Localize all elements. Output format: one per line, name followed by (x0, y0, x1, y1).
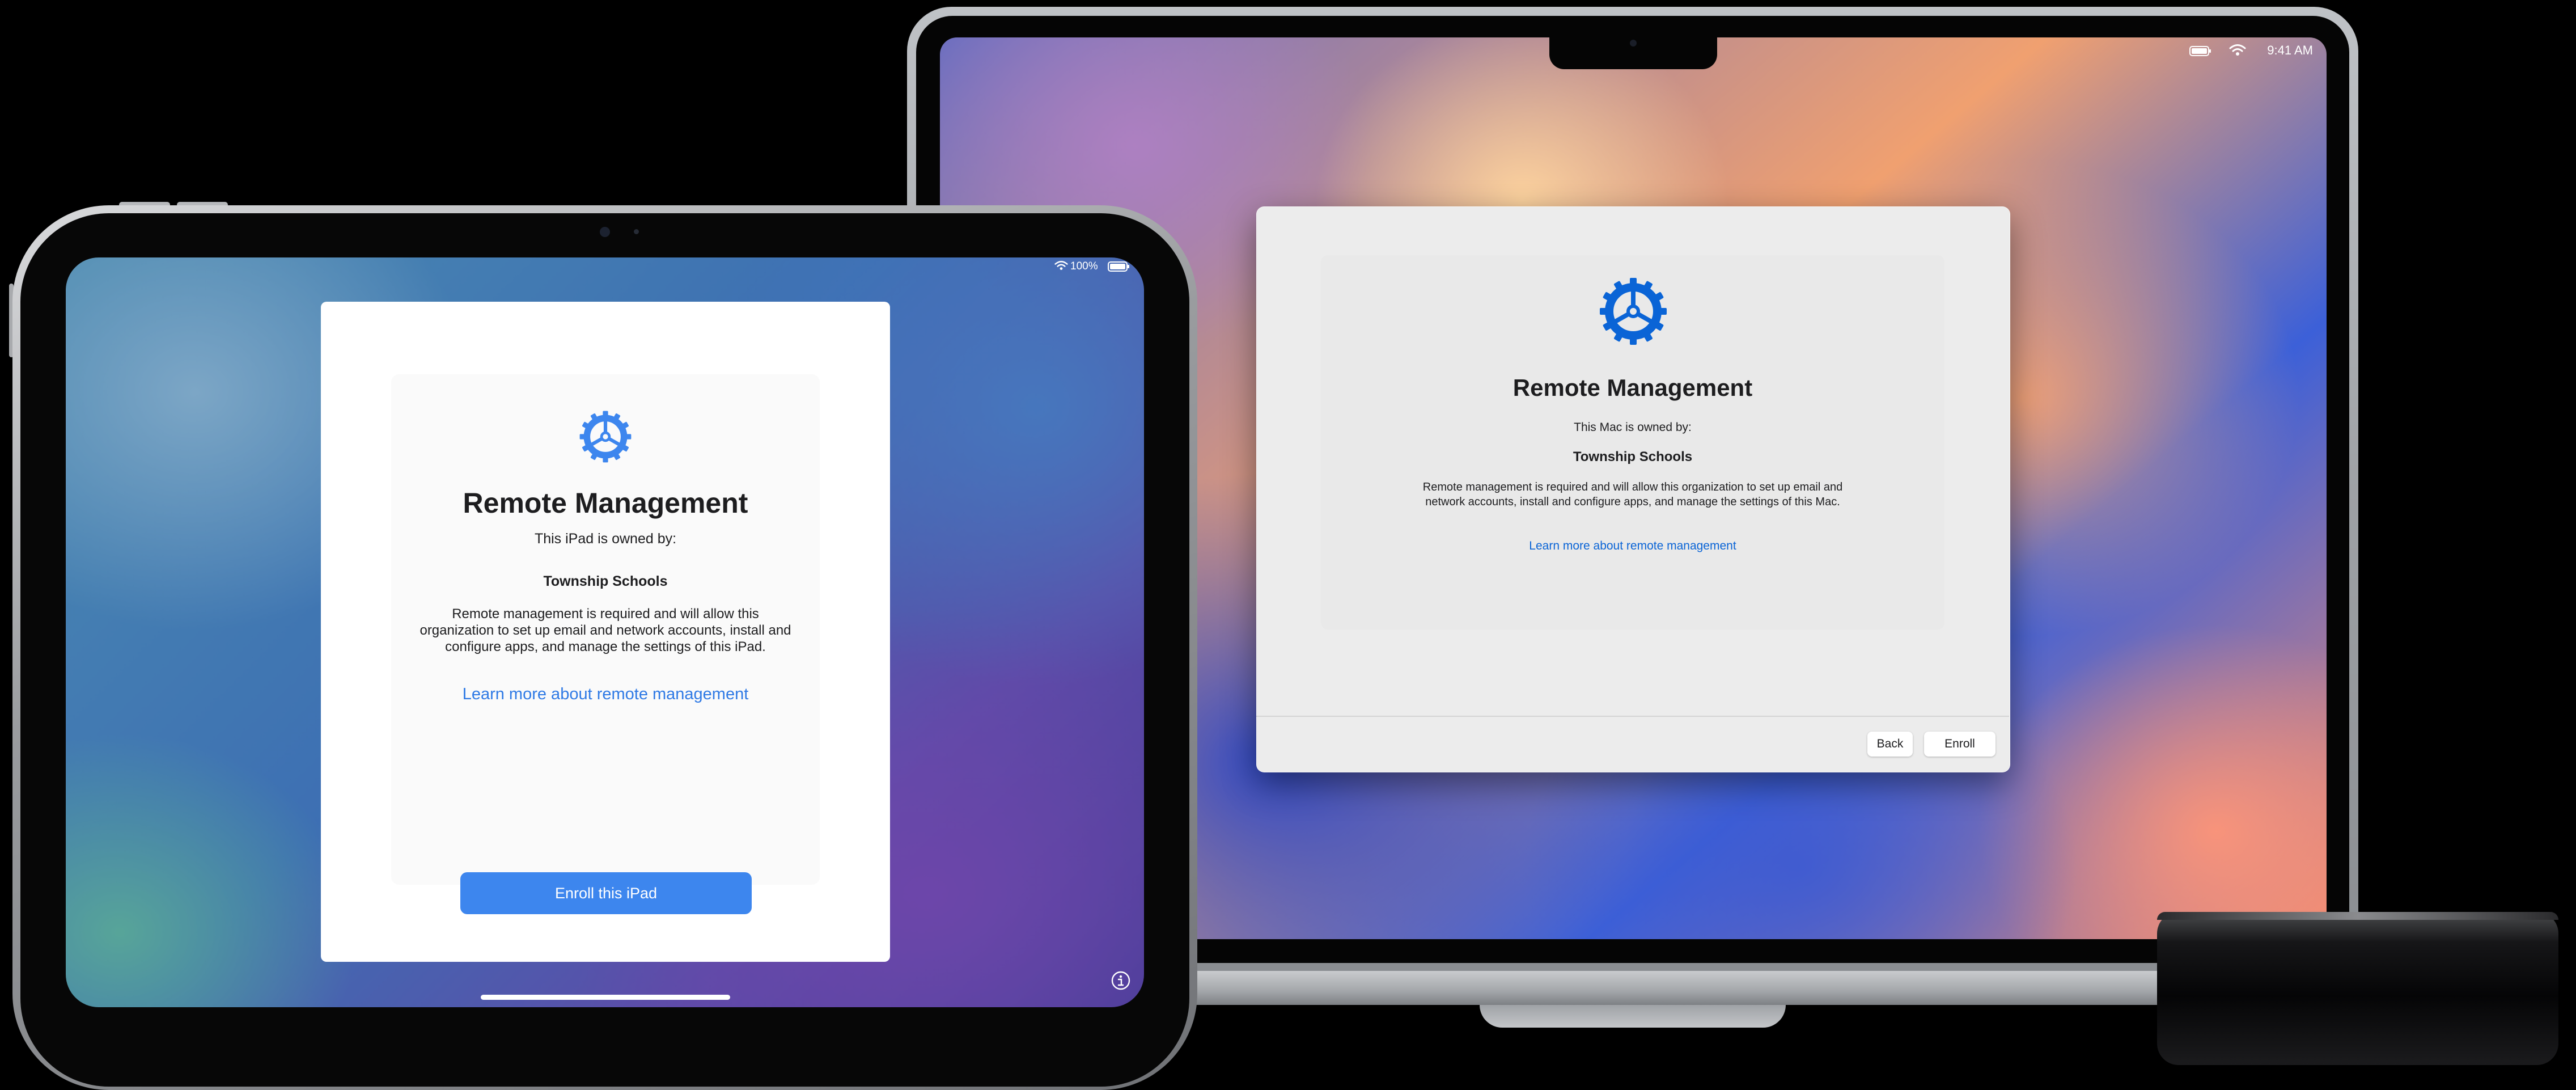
battery-icon (2189, 45, 2212, 57)
enroll-ipad-button[interactable]: Enroll this iPad (460, 872, 752, 914)
gear-icon (1596, 274, 1670, 348)
menu-bar-clock: 9:41 AM (2267, 43, 2313, 57)
dialog-description: Remote management is required and will a… (1422, 481, 1843, 508)
battery-icon (1108, 261, 1130, 272)
learn-more-link[interactable]: Learn more about remote management (1256, 539, 2009, 553)
dialog-title: Remote Management (1512, 374, 1753, 401)
battery-percentage: 100% (1070, 260, 1098, 272)
gear-icon (577, 408, 634, 465)
back-button[interactable]: Back (1867, 732, 1913, 757)
sheet-title: Remote Management (463, 487, 748, 519)
enroll-button[interactable]: Enroll (1924, 732, 1995, 757)
organization-name: Township Schools (543, 573, 668, 589)
dialog-divider (1256, 716, 2009, 717)
info-icon[interactable] (1111, 971, 1130, 990)
apple-tv-device (2157, 912, 2558, 1065)
wifi-icon (2229, 43, 2246, 57)
apple-tv-top-edge (2157, 912, 2558, 920)
ipad-camera (600, 227, 610, 237)
ipad-sensor (634, 229, 639, 234)
macbook-camera (1630, 40, 1637, 47)
sheet-description: Remote management is required and will a… (420, 606, 791, 654)
organization-name: Township Schools (1573, 449, 1693, 464)
learn-more-link[interactable]: Learn more about remote management (321, 685, 890, 704)
home-indicator[interactable] (481, 995, 730, 1000)
wifi-icon (1054, 260, 1068, 271)
macbook-opening-notch (1480, 1005, 1786, 1028)
owned-by-label: This Mac is owned by: (1574, 421, 1692, 434)
owned-by-label: This iPad is owned by: (534, 531, 677, 547)
